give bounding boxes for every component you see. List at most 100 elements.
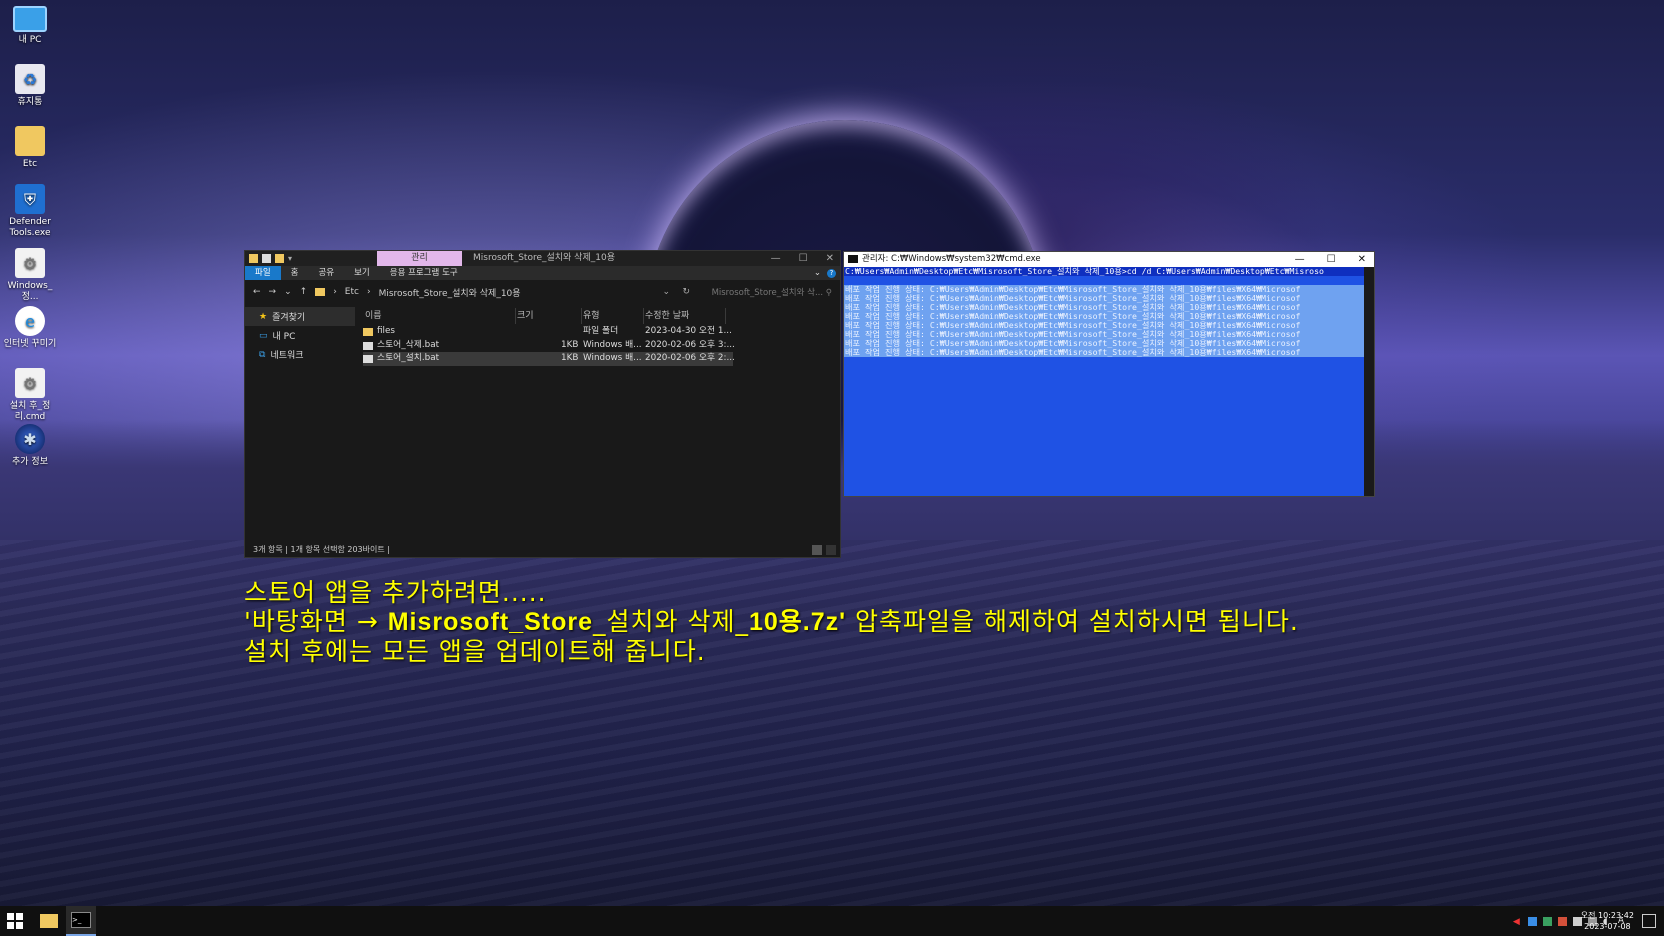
nav-label: 네트워크 (270, 351, 304, 361)
notification-center-icon[interactable] (1642, 914, 1656, 928)
desktop-icon-info[interactable]: ✱ 추가 정보 (0, 424, 60, 468)
file-name: 스토어_삭제.bat (377, 339, 440, 350)
desktop-icon-defender[interactable]: ⛨ Defender Tools.exe (0, 184, 60, 239)
shield-icon: ⛨ (15, 184, 45, 214)
desktop-icon-internet[interactable]: e 인터넷 꾸미기 (0, 306, 60, 350)
cmd-icon (848, 255, 858, 263)
desktop-icon-label: 추가 정보 (12, 457, 48, 467)
column-headers: 이름 크기 유형 수정한 날짜 (363, 307, 733, 325)
folder-icon (15, 126, 45, 156)
up-icon[interactable]: ↑ (300, 287, 308, 297)
file-row[interactable]: files 파일 폴더 2023-04-30 오전 1... (363, 325, 733, 339)
nav-item-favorites[interactable]: ★ 즐겨찾기 (245, 307, 355, 326)
desktop-icon-label: 설치 후_정리.cmd (9, 401, 51, 422)
tab-app-tools[interactable]: 응용 프로그램 도구 (380, 266, 468, 280)
tab-view[interactable]: 보기 (344, 266, 380, 280)
cmd-icon: >_ (71, 912, 91, 928)
tab-home[interactable]: 홈 (281, 266, 309, 280)
progress-line: 배포 작업 진행 상태: C:₩Users₩Admin₩Desktop₩Etc₩… (844, 348, 1364, 357)
scrollbar[interactable] (1364, 267, 1374, 496)
file-type: Windows 배... (583, 339, 642, 350)
minimize-button[interactable]: — (771, 251, 781, 266)
nav-item-my-pc[interactable]: ▭ 내 PC (245, 326, 355, 345)
column-type[interactable]: 유형 (581, 308, 644, 324)
minimize-button[interactable]: — (1295, 252, 1305, 267)
properties-icon[interactable] (262, 254, 271, 263)
taskbar: >_ ◀ ◖ A 오전 10:23:42 2023-07-08 (0, 906, 1664, 936)
breadcrumb-sep: › (366, 287, 371, 297)
tab-share[interactable]: 공유 (308, 266, 344, 280)
column-size[interactable]: 크기 (515, 308, 582, 324)
desktop-icon-etc[interactable]: Etc (0, 126, 60, 170)
folder-icon (363, 328, 373, 336)
tab-file[interactable]: 파일 (245, 266, 281, 280)
tray-app-icon[interactable] (1542, 916, 1552, 926)
cmd-titlebar[interactable]: 관리자: C:₩Windows₩system32₩cmd.exe — ☐ ✕ (844, 252, 1374, 267)
file-size: 1KB (561, 353, 579, 363)
help-icon[interactable]: ? (827, 268, 836, 278)
search-icon: ⚲ (825, 288, 832, 298)
cmd-window[interactable]: 관리자: C:₩Windows₩system32₩cmd.exe — ☐ ✕ C… (843, 251, 1375, 497)
refresh-icon[interactable]: ↻ (682, 287, 690, 297)
explorer-title: Misrosoft_Store_설치와 삭제_10용 (473, 253, 615, 263)
instruction-part: _설치와 삭제_ (593, 607, 749, 636)
file-name: files (377, 326, 395, 336)
desktop-icon-label: 인터넷 꾸미기 (3, 339, 57, 349)
clock-time: 오전 10:23:42 (1580, 911, 1634, 920)
maximize-button[interactable]: ☐ (799, 251, 808, 266)
new-folder-icon[interactable] (275, 254, 284, 263)
batch-file-icon (363, 341, 373, 350)
address-bar: ← → ⌄ ↑ › Etc › Misrosoft_Store_설치와 삭제_1… (245, 280, 840, 304)
desktop-icon-windows-script[interactable]: ⚙ Windows_정... (0, 248, 60, 303)
close-button[interactable]: ✕ (1358, 252, 1366, 267)
close-button[interactable]: ✕ (826, 251, 834, 266)
forward-icon[interactable]: → (269, 287, 277, 297)
desktop-icon-recycle-bin[interactable]: ♻ 휴지통 (0, 64, 60, 108)
explorer-titlebar[interactable]: ▾ 관리 Misrosoft_Store_설치와 삭제_10용 — ☐ ✕ (245, 251, 840, 266)
large-icons-view-icon[interactable] (826, 545, 836, 555)
gear-script-icon: ⚙ (15, 368, 45, 398)
nav-item-network[interactable]: ⧉ 네트워크 (245, 345, 355, 364)
nav-label: 내 PC (272, 332, 296, 342)
breadcrumb-etc[interactable]: Etc (345, 287, 359, 297)
desktop-icon-cleanup-cmd[interactable]: ⚙ 설치 후_정리.cmd (0, 368, 60, 423)
taskbar-cmd[interactable]: >_ (66, 906, 96, 936)
tray-app-icon[interactable] (1527, 916, 1537, 926)
start-button[interactable] (0, 906, 30, 936)
file-size: 1KB (561, 339, 579, 350)
expand-ribbon-icon[interactable]: ⌄ (814, 268, 821, 278)
column-name[interactable]: 이름 (363, 308, 516, 324)
tray-app-icon[interactable] (1557, 916, 1567, 926)
desktop-icon-label: Etc (22, 159, 38, 169)
details-view-icon[interactable] (812, 545, 822, 555)
file-row[interactable]: 스토어_삭제.bat 1KB Windows 배... 2020-02-06 오… (363, 339, 735, 353)
file-explorer-window[interactable]: ▾ 관리 Misrosoft_Store_설치와 삭제_10용 — ☐ ✕ 파일… (244, 250, 841, 558)
window-controls: — ☐ ✕ (1295, 252, 1366, 267)
folder-icon[interactable] (249, 254, 258, 263)
address-dropdown-icon[interactable]: ⌄ (662, 287, 670, 297)
clock-date: 2023-07-08 (1584, 922, 1631, 931)
breadcrumb-current[interactable]: Misrosoft_Store_설치와 삭제_10용 (379, 286, 521, 299)
recent-dropdown-icon[interactable]: ⌄ (284, 287, 292, 297)
file-type: 파일 폴더 (583, 326, 619, 336)
clock[interactable]: 오전 10:23:42 2023-07-08 (1581, 910, 1634, 932)
search-input[interactable]: Misrosoft_Store_설치와 삭... ⚲ (712, 286, 832, 298)
file-row-selected[interactable]: 스토어_설치.bat 1KB Windows 배... 2020-02-06 오… (363, 352, 735, 366)
back-icon[interactable]: ← (253, 287, 261, 297)
gear-script-icon: ⚙ (15, 248, 45, 278)
maximize-button[interactable]: ☐ (1327, 252, 1336, 267)
column-date[interactable]: 수정한 날짜 (643, 308, 726, 324)
window-controls: — ☐ ✕ (771, 251, 834, 266)
desktop-icon-label: Defender Tools.exe (9, 217, 51, 238)
dropdown-icon[interactable]: ▾ (288, 254, 297, 263)
monitor-icon (13, 6, 47, 32)
desktop-icon-my-pc[interactable]: 내 PC (0, 6, 60, 46)
show-hidden-icons-icon[interactable]: ◀ (1513, 917, 1522, 927)
ribbon-right: ⌄ ? (814, 268, 836, 278)
file-date: 2020-02-06 오후 2:... (645, 353, 735, 363)
console-output[interactable]: C:₩Users₩Admin₩Desktop₩Etc₩Misrosoft_Sto… (844, 267, 1364, 496)
manage-context-tab[interactable]: 관리 (377, 251, 462, 266)
file-date: 2020-02-06 오후 3:... (645, 339, 735, 350)
taskbar-explorer[interactable] (34, 906, 64, 936)
progress-lines: 배포 작업 진행 상태: C:₩Users₩Admin₩Desktop₩Etc₩… (844, 285, 1364, 357)
